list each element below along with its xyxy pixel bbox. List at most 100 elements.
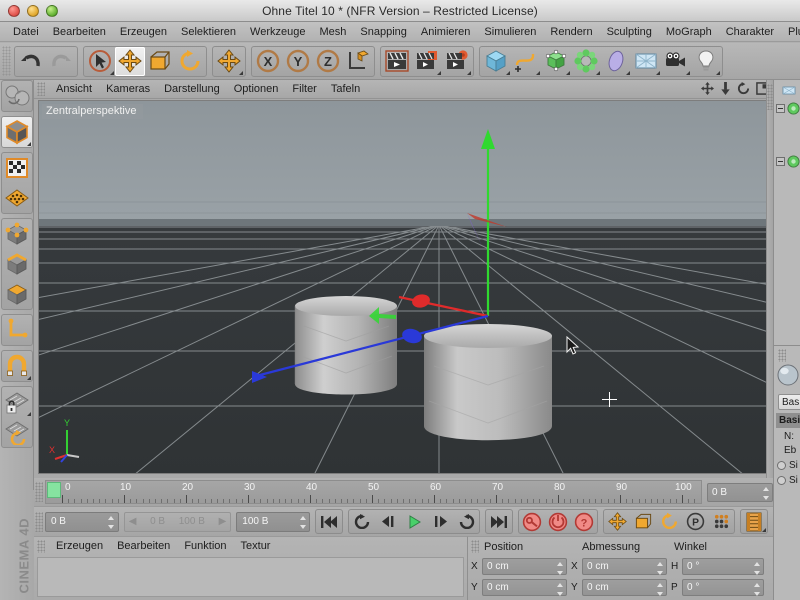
viewport-menu-filter[interactable]: Filter xyxy=(285,83,323,95)
viewport-menu-darstellung[interactable]: Darstellung xyxy=(157,83,227,95)
viewport-menubar-grip[interactable] xyxy=(37,82,45,96)
coordinate-manager-grip[interactable] xyxy=(471,540,479,553)
coord-size-y-spinner[interactable] xyxy=(656,583,663,596)
object-row-3-expander[interactable] xyxy=(776,157,785,166)
object-row-3[interactable] xyxy=(774,152,800,171)
coord-angle-p-input[interactable]: 0 ° xyxy=(682,579,764,596)
viewport-menu-tafeln[interactable]: Tafeln xyxy=(324,83,367,95)
object-row-2-expander[interactable] xyxy=(776,104,785,113)
lock-x-button[interactable]: X xyxy=(253,47,283,76)
coord-size-y-input[interactable]: 0 cm xyxy=(582,579,667,596)
rotate-view-icon[interactable] xyxy=(737,82,750,95)
lock-y-button[interactable]: Y xyxy=(283,47,313,76)
enable-snapping-button[interactable] xyxy=(2,351,32,381)
render-region-button[interactable] xyxy=(412,47,442,76)
move-world-menu-arrow[interactable] xyxy=(239,70,243,75)
key-parameter-button[interactable]: P xyxy=(682,510,708,533)
menu-simulieren[interactable]: Simulieren xyxy=(477,25,543,39)
coord-size-x-input[interactable]: 0 cm xyxy=(582,558,667,575)
add-spline-button[interactable] xyxy=(511,47,541,76)
add-camera-menu-arrow[interactable] xyxy=(686,70,690,75)
add-spline-menu-arrow[interactable] xyxy=(536,70,540,75)
key-pla-button[interactable] xyxy=(708,510,734,533)
end-frame-field[interactable]: 100 B xyxy=(236,511,310,532)
timeline-ruler[interactable]: 0 10 20 30 40 50 60 70 80 90 100 xyxy=(45,480,702,504)
object-row-2[interactable] xyxy=(774,99,800,118)
current-frame-field[interactable]: 0 B xyxy=(44,511,119,532)
viewport-menu-kameras[interactable]: Kameras xyxy=(99,83,157,95)
attribute-radio-1[interactable]: Si xyxy=(777,460,800,471)
coord-size-x-spinner[interactable] xyxy=(656,562,663,575)
record-keyframe-button[interactable] xyxy=(519,510,545,533)
current-frame-spinner[interactable] xyxy=(108,515,115,529)
coord-angle-h-spinner[interactable] xyxy=(753,562,760,575)
object-row-1[interactable] xyxy=(774,80,800,99)
render-region-menu-arrow[interactable] xyxy=(437,70,441,75)
coord-angle-h-input[interactable]: 0 ° xyxy=(682,558,764,575)
lock-workplane-button[interactable] xyxy=(2,387,32,417)
material-manager-list[interactable] xyxy=(37,557,464,597)
attribute-tab-basis[interactable]: Bas xyxy=(778,394,800,410)
add-deformer-menu-arrow[interactable] xyxy=(596,70,600,75)
menu-datei[interactable]: Datei xyxy=(6,25,46,39)
material-menu-textur[interactable]: Textur xyxy=(234,540,278,552)
attribute-manager-grip[interactable] xyxy=(778,349,786,362)
model-mode-button[interactable] xyxy=(2,153,32,183)
menu-mograph[interactable]: MoGraph xyxy=(659,25,719,39)
menu-mesh[interactable]: Mesh xyxy=(312,25,353,39)
attribute-manager[interactable]: Bas Basi N: Eb Si Si xyxy=(773,345,800,600)
coord-pos-x-input[interactable]: 0 cm xyxy=(482,558,567,575)
coord-pos-y-spinner[interactable] xyxy=(556,583,563,596)
add-floor-button[interactable] xyxy=(631,47,661,76)
attribute-radio-2-button[interactable] xyxy=(777,476,786,485)
move-world-button[interactable] xyxy=(214,47,244,76)
viewport-menu-ansicht[interactable]: Ansicht xyxy=(49,83,99,95)
material-menu-bearbeiten[interactable]: Bearbeiten xyxy=(110,540,177,552)
add-deformer-button[interactable] xyxy=(571,47,601,76)
texture-mode-button[interactable] xyxy=(2,183,32,213)
timeline-frame-field[interactable]: 0 B xyxy=(707,482,773,502)
play-button[interactable] xyxy=(401,510,427,533)
select-tool-button[interactable] xyxy=(85,47,115,76)
render-settings-button[interactable] xyxy=(442,47,472,76)
polygons-mode-button[interactable] xyxy=(2,279,32,309)
pan-view-icon[interactable] xyxy=(701,82,714,95)
make-editable-menu-arrow[interactable] xyxy=(26,142,31,146)
menu-charakter[interactable]: Charakter xyxy=(719,25,781,39)
enable-snapping-menu-arrow[interactable] xyxy=(26,376,31,380)
menu-werkzeuge[interactable]: Werkzeuge xyxy=(243,25,312,39)
timeline-current-frame-marker[interactable] xyxy=(47,482,61,498)
step-forward-button[interactable] xyxy=(427,510,453,533)
enable-axis-button[interactable] xyxy=(2,315,32,345)
keyframe-selection-button[interactable]: ? xyxy=(571,510,597,533)
viewport-menu-optionen[interactable]: Optionen xyxy=(227,83,286,95)
lock-workplane-menu-arrow[interactable] xyxy=(26,412,31,416)
coord-pos-y-input[interactable]: 0 cm xyxy=(482,579,567,596)
key-rotation-button[interactable] xyxy=(656,510,682,533)
undo-view-button[interactable] xyxy=(2,81,32,111)
menu-plugins[interactable]: Plug-ins xyxy=(781,25,800,39)
lock-z-button[interactable]: Z xyxy=(313,47,343,76)
cylinder-left[interactable] xyxy=(294,296,397,395)
rotate-tool-button[interactable] xyxy=(175,47,205,76)
play-backwards-button[interactable] xyxy=(375,510,401,533)
points-mode-button[interactable] xyxy=(2,219,32,249)
timeline-toggle-button[interactable] xyxy=(741,510,767,533)
prev-keyframe-button[interactable] xyxy=(349,510,375,533)
render-view-button[interactable] xyxy=(382,47,412,76)
add-scene-object-button[interactable] xyxy=(601,47,631,76)
add-light-button[interactable] xyxy=(691,47,721,76)
world-object-coord-button[interactable] xyxy=(343,47,373,76)
cylinder-right[interactable] xyxy=(424,324,552,441)
add-generator-menu-arrow[interactable] xyxy=(566,70,570,75)
redo-button[interactable] xyxy=(46,47,76,76)
toolbar-grip[interactable] xyxy=(2,46,11,76)
menu-bearbeiten[interactable]: Bearbeiten xyxy=(46,25,113,39)
autokeying-button[interactable] xyxy=(545,510,571,533)
preview-range-field[interactable]: ◀ 0 B 100 B ▶ xyxy=(123,511,232,532)
next-keyframe-button[interactable] xyxy=(453,510,479,533)
add-floor-menu-arrow[interactable] xyxy=(656,70,660,75)
range-next-arrow[interactable]: ▶ xyxy=(219,516,227,527)
menu-erzeugen[interactable]: Erzeugen xyxy=(113,25,174,39)
dolly-view-icon[interactable] xyxy=(720,82,731,95)
